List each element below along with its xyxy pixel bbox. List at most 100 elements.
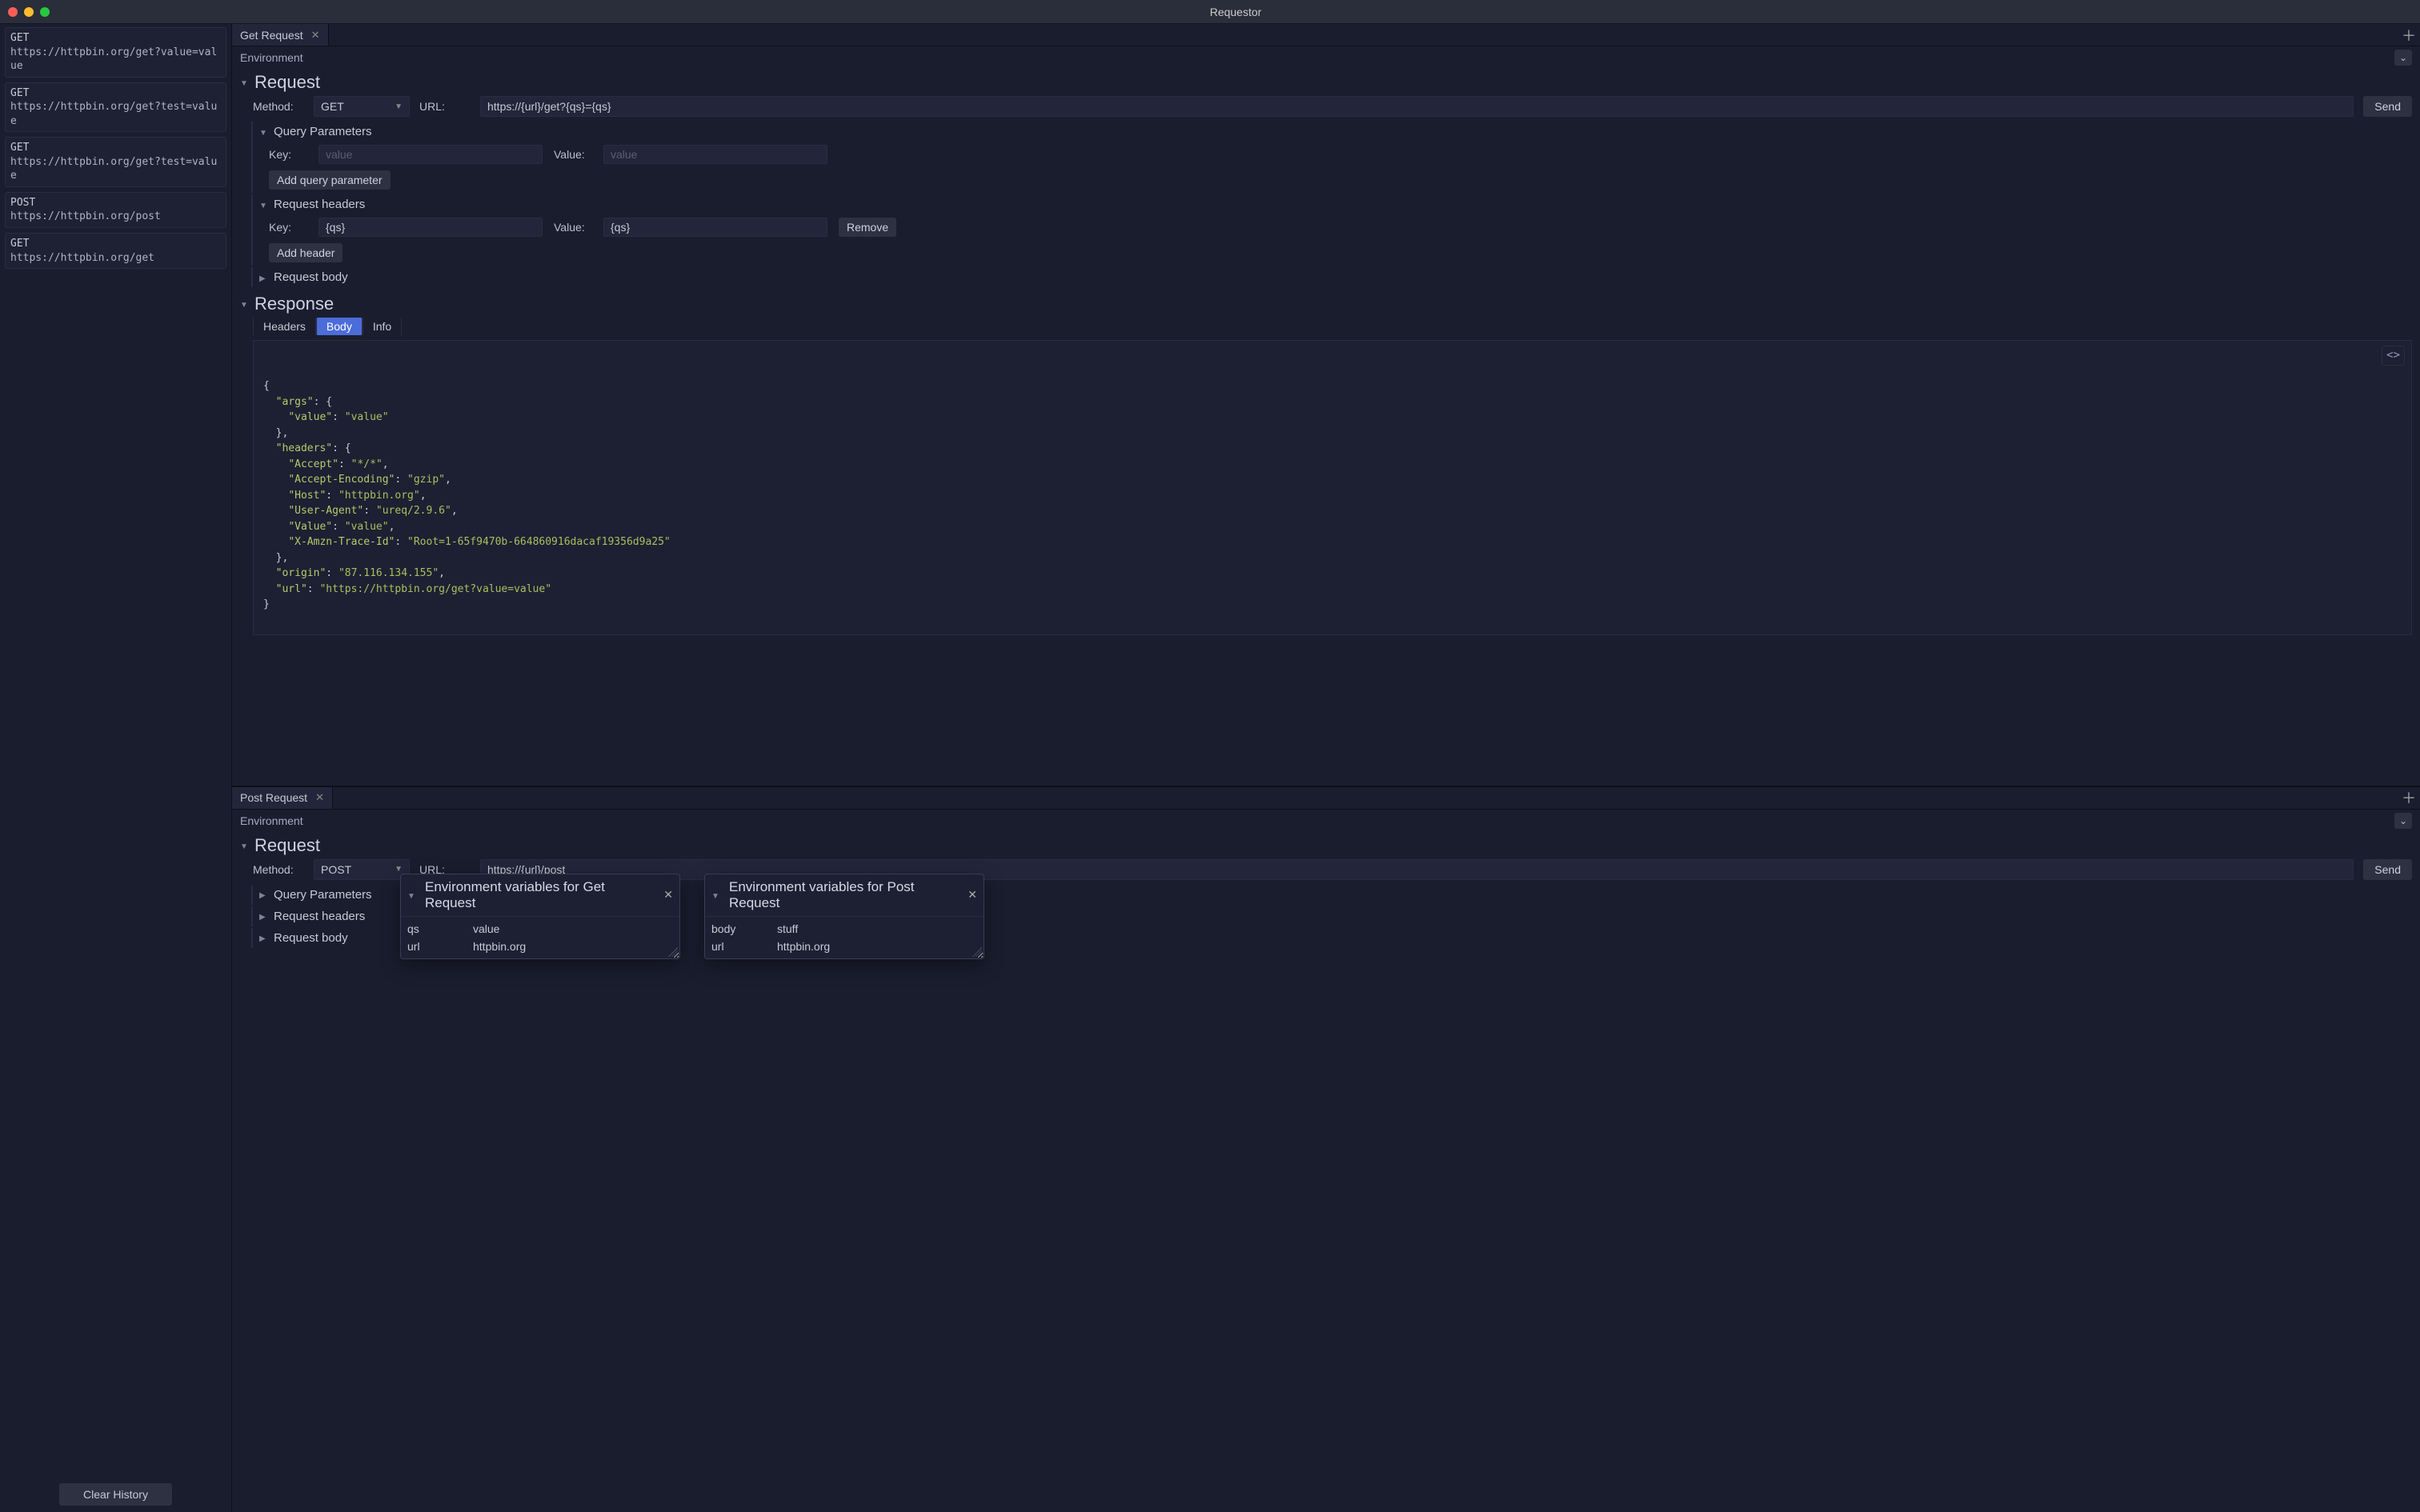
response-tab-headers[interactable]: Headers [253, 318, 316, 335]
chevron-right-icon [259, 910, 270, 922]
window-zoom-button[interactable] [40, 7, 50, 17]
response-tab-body[interactable]: Body [316, 318, 363, 335]
response-body-viewer[interactable]: <> { "args": { "value": "value" }, "head… [253, 340, 2412, 635]
window-close-button[interactable] [8, 7, 18, 17]
environment-label: Environment [240, 814, 303, 827]
close-icon[interactable]: ✕ [315, 791, 324, 804]
close-icon[interactable]: ✕ [968, 888, 977, 902]
env-var-value: httpbin.org [473, 940, 526, 953]
env-var-key: body [711, 922, 767, 935]
tab-strip: Get Request ✕ ＋ [232, 24, 2420, 46]
history-url: https://httpbin.org/post [10, 210, 221, 224]
tag-icon[interactable]: <> [2382, 346, 2405, 366]
bottom-pane: Post Request ✕ ＋ Environment ⌄ Request M… [232, 787, 2420, 1512]
chevron-right-icon [259, 272, 270, 283]
url-label: URL: [419, 100, 471, 113]
request-headers-header[interactable]: Request headers [259, 194, 2412, 214]
history-url: https://httpbin.org/get?value=value [10, 46, 221, 74]
request-body-header[interactable]: Request body [259, 267, 2412, 287]
top-pane: Get Request ✕ ＋ Environment ⌄ Request Me… [232, 24, 2420, 787]
history-item[interactable]: GET https://httpbin.org/get?value=value [5, 27, 226, 78]
value-label: Value: [554, 221, 592, 234]
sub-title: Query Parameters [274, 888, 372, 902]
value-label: Value: [554, 148, 592, 161]
environment-bar: Environment ⌄ [232, 46, 2420, 69]
env-var-key: url [711, 940, 767, 953]
sub-title: Request body [274, 931, 348, 945]
sub-title: Request headers [274, 198, 365, 211]
tab-label: Post Request [240, 791, 307, 804]
response-tab-info[interactable]: Info [363, 318, 402, 335]
environment-toggle-button[interactable]: ⌄ [2394, 813, 2412, 829]
chevron-down-icon [240, 298, 251, 310]
method-select[interactable]: GET ▼ [314, 96, 410, 117]
env-var-row[interactable]: qs value [401, 920, 679, 938]
remove-header-button[interactable]: Remove [839, 218, 896, 237]
chevron-down-icon [711, 890, 723, 901]
env-var-value: value [473, 922, 499, 935]
method-label: Method: [253, 100, 304, 113]
tab-label: Get Request [240, 29, 303, 42]
send-button[interactable]: Send [2363, 859, 2412, 880]
clear-history-button[interactable]: Clear History [59, 1483, 172, 1506]
query-parameters-header[interactable]: Query Parameters [259, 122, 2412, 142]
method-value: GET [321, 100, 344, 113]
history-item[interactable]: GET https://httpbin.org/get?test=value [5, 82, 226, 133]
environment-toggle-button[interactable]: ⌄ [2394, 50, 2412, 66]
env-var-row[interactable]: url httpbin.org [401, 938, 679, 955]
query-param-row: Key: Value: [259, 142, 2412, 167]
history-method: GET [10, 141, 221, 155]
env-var-row[interactable]: body stuff [705, 920, 984, 938]
popup-title: Environment variables for Post Request [729, 879, 961, 911]
query-parameters-block: Query Parameters Key: Value: Add query p… [251, 122, 2412, 193]
header-key-input[interactable] [319, 218, 543, 237]
history-item[interactable]: GET https://httpbin.org/get [5, 233, 226, 269]
sub-title: Request body [274, 270, 348, 284]
add-query-param-button[interactable]: Add query parameter [269, 170, 391, 190]
history-item[interactable]: GET https://httpbin.org/get?test=value [5, 137, 226, 187]
history-method: POST [10, 196, 221, 210]
sub-title: Query Parameters [274, 125, 372, 138]
request-section-header[interactable]: Request [240, 835, 2412, 856]
history-method: GET [10, 31, 221, 46]
request-body-block: Request body [251, 267, 2412, 287]
url-input[interactable] [480, 96, 2354, 117]
query-param-key-input[interactable] [319, 145, 543, 164]
sub-title: Request headers [274, 910, 365, 923]
history-url: https://httpbin.org/get [10, 251, 221, 266]
method-select[interactable]: POST ▼ [314, 859, 410, 880]
main-panels: Get Request ✕ ＋ Environment ⌄ Request Me… [232, 24, 2420, 1512]
close-icon[interactable]: ✕ [663, 888, 673, 902]
window-minimize-button[interactable] [24, 7, 34, 17]
request-section-header[interactable]: Request [240, 72, 2412, 93]
history-url: https://httpbin.org/get?test=value [10, 100, 221, 128]
add-tab-button[interactable]: ＋ [2398, 25, 2420, 46]
tab-get-request[interactable]: Get Request ✕ [232, 24, 329, 46]
history-list: GET https://httpbin.org/get?value=value … [0, 24, 231, 1477]
chevron-down-icon [407, 890, 419, 901]
close-icon[interactable]: ✕ [311, 29, 320, 42]
env-vars-popup-get[interactable]: Environment variables for Get Request ✕ … [400, 874, 680, 959]
chevron-down-icon [240, 840, 251, 851]
env-vars-popup-post[interactable]: Environment variables for Post Request ✕… [704, 874, 984, 959]
env-var-value: httpbin.org [777, 940, 830, 953]
method-value: POST [321, 863, 351, 876]
response-section-header[interactable]: Response [240, 294, 2412, 314]
add-tab-button[interactable]: ＋ [2398, 787, 2420, 808]
chevron-right-icon [259, 889, 270, 900]
resize-grip-icon[interactable] [668, 947, 678, 957]
environment-label: Environment [240, 51, 303, 64]
env-var-row[interactable]: url httpbin.org [705, 938, 984, 955]
tab-post-request[interactable]: Post Request ✕ [232, 787, 333, 809]
resize-grip-icon[interactable] [972, 947, 982, 957]
tab-strip: Post Request ✕ ＋ [232, 787, 2420, 810]
request-headers-block: Request headers Key: Value: Remove Add h… [251, 194, 2412, 266]
header-value-input[interactable] [603, 218, 827, 237]
history-method: GET [10, 86, 221, 101]
header-row: Key: Value: Remove [259, 214, 2412, 240]
history-item[interactable]: POST https://httpbin.org/post [5, 192, 226, 228]
query-param-value-input[interactable] [603, 145, 827, 164]
send-button[interactable]: Send [2363, 96, 2412, 117]
popup-title: Environment variables for Get Request [425, 879, 657, 911]
add-header-button[interactable]: Add header [269, 243, 343, 262]
